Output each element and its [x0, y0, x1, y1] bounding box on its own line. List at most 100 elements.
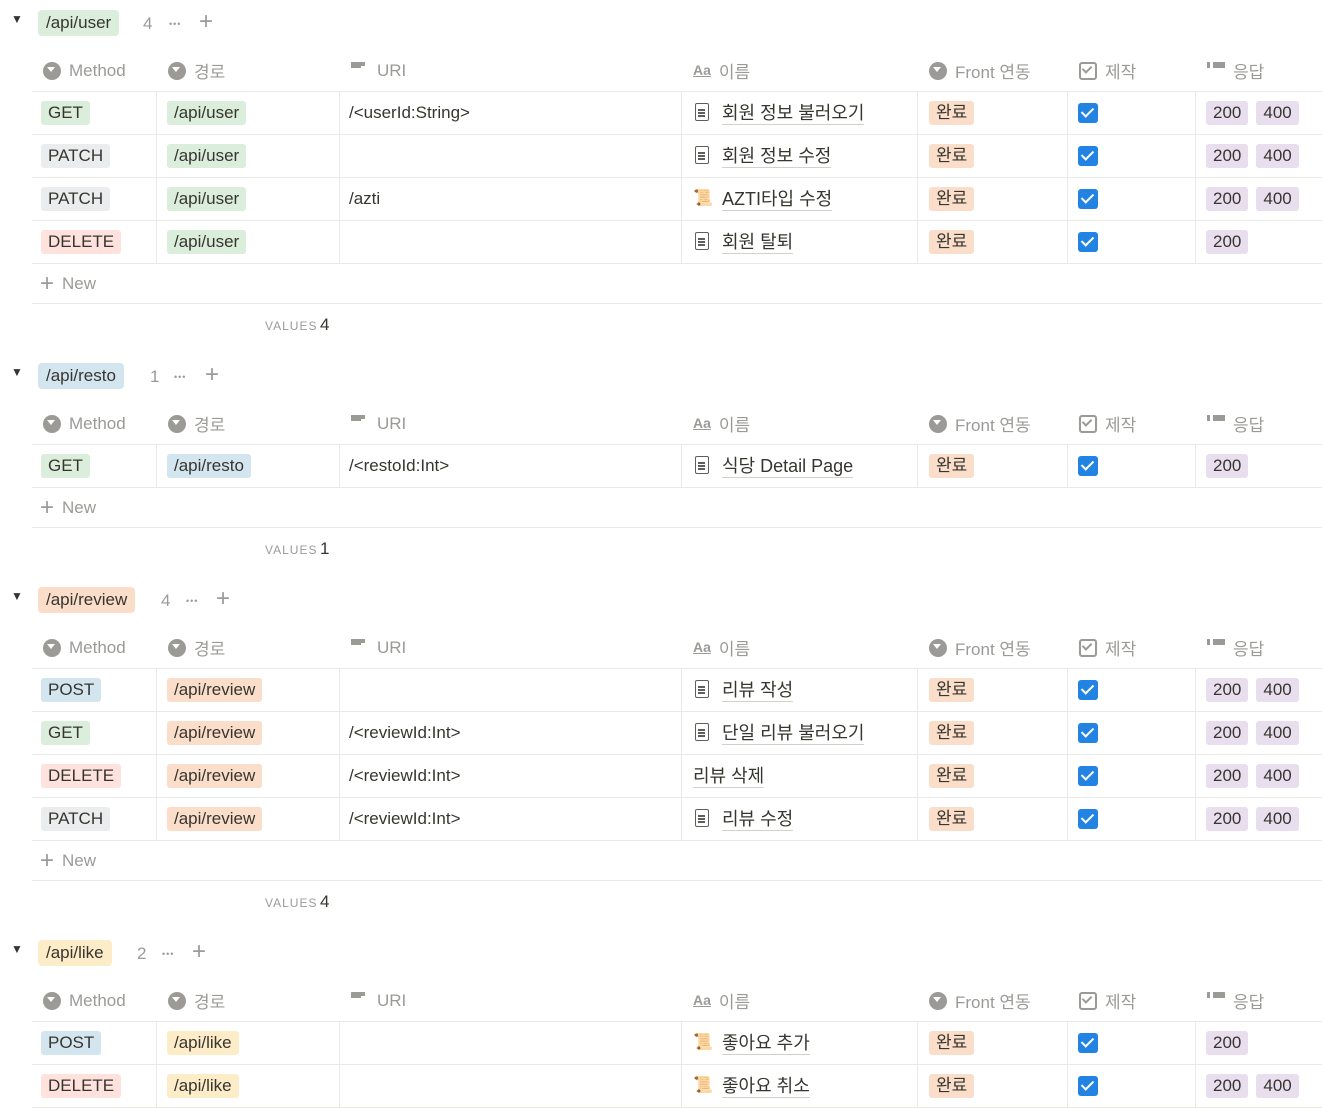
more-options-icon[interactable]: •••: [174, 364, 186, 390]
path-cell[interactable]: /api/review: [157, 712, 340, 754]
column-method[interactable]: Method: [32, 980, 157, 1021]
front-cell[interactable]: 완료: [918, 669, 1068, 711]
new-row-button[interactable]: + New: [32, 841, 1322, 881]
column-front[interactable]: Front 연동: [918, 627, 1068, 668]
response-cell[interactable]: 200 400: [1196, 92, 1322, 134]
front-cell[interactable]: 완료: [918, 221, 1068, 263]
method-cell[interactable]: DELETE: [32, 1065, 157, 1107]
table-row[interactable]: DELETE/api/like 📜 좋아요 취소 완료 200 400: [32, 1065, 1322, 1108]
path-cell[interactable]: /api/like: [157, 1022, 340, 1064]
toggle-triangle-icon[interactable]: ▼: [10, 589, 24, 603]
name-cell[interactable]: 리뷰 수정: [682, 798, 918, 840]
column-front[interactable]: Front 연동: [918, 50, 1068, 91]
path-cell[interactable]: /api/review: [157, 669, 340, 711]
add-to-group-icon[interactable]: +: [216, 585, 230, 613]
uri-cell[interactable]: /<reviewId:Int>: [340, 798, 682, 840]
path-cell[interactable]: /api/user: [157, 221, 340, 263]
column-make[interactable]: 제작: [1068, 980, 1196, 1021]
table-row[interactable]: GET/api/resto /<restoId:Int> 식당 Detail Pag…: [32, 445, 1322, 488]
front-cell[interactable]: 완료: [918, 178, 1068, 220]
method-cell[interactable]: DELETE: [32, 221, 157, 263]
uri-cell[interactable]: /<userId:String>: [340, 92, 682, 134]
method-cell[interactable]: POST: [32, 1022, 157, 1064]
column-response[interactable]: 응답: [1196, 627, 1322, 668]
path-cell[interactable]: /api/resto: [157, 445, 340, 487]
path-cell[interactable]: /api/user: [157, 135, 340, 177]
column-uri[interactable]: URI: [340, 980, 682, 1021]
table-row[interactable]: POST/api/like 📜 좋아요 추가 완료 200: [32, 1022, 1322, 1065]
page-title-link[interactable]: 좋아요 추가: [722, 1032, 810, 1055]
response-cell[interactable]: 200: [1196, 221, 1322, 263]
front-cell[interactable]: 완료: [918, 1065, 1068, 1107]
column-front[interactable]: Front 연동: [918, 403, 1068, 444]
method-cell[interactable]: PATCH: [32, 178, 157, 220]
uri-cell[interactable]: [340, 1065, 682, 1107]
response-cell[interactable]: 200 400: [1196, 798, 1322, 840]
table-row[interactable]: GET/api/user /<userId:String> 회원 정보 불러오기 완료…: [32, 92, 1322, 135]
column-method[interactable]: Method: [32, 627, 157, 668]
response-cell[interactable]: 200: [1196, 1022, 1322, 1064]
page-title-link[interactable]: 리뷰 삭제: [693, 765, 765, 788]
calculation-row[interactable]: VALUES 4: [32, 881, 1322, 925]
page-title-link[interactable]: 회원 탈퇴: [722, 231, 794, 254]
method-cell[interactable]: GET: [32, 92, 157, 134]
new-row-button[interactable]: + New: [32, 264, 1322, 304]
page-title-link[interactable]: 식당 Detail Page: [722, 455, 854, 478]
uri-cell[interactable]: [340, 221, 682, 263]
front-cell[interactable]: 완료: [918, 798, 1068, 840]
column-name[interactable]: Aa 이름: [682, 627, 918, 668]
more-options-icon[interactable]: •••: [162, 941, 174, 967]
column-front[interactable]: Front 연동: [918, 980, 1068, 1021]
response-cell[interactable]: 200 400: [1196, 178, 1322, 220]
response-cell[interactable]: 200 400: [1196, 712, 1322, 754]
column-uri[interactable]: URI: [340, 627, 682, 668]
name-cell[interactable]: 📜 좋아요 추가: [682, 1022, 918, 1064]
toggle-triangle-icon[interactable]: ▼: [10, 365, 24, 379]
page-title-link[interactable]: AZTI타입 수정: [722, 188, 833, 211]
table-row[interactable]: PATCH/api/user/azti 📜 AZTI타입 수정 완료 200 400: [32, 178, 1322, 221]
column-name[interactable]: Aa 이름: [682, 980, 918, 1021]
page-title-link[interactable]: 단일 리뷰 불러오기: [722, 722, 865, 745]
table-row[interactable]: PATCH/api/user 회원 정보 수정 완료 200 400: [32, 135, 1322, 178]
toggle-triangle-icon[interactable]: ▼: [10, 12, 24, 26]
name-cell[interactable]: 📜 AZTI타입 수정: [682, 178, 918, 220]
name-cell[interactable]: 식당 Detail Page: [682, 445, 918, 487]
more-options-icon[interactable]: •••: [186, 588, 198, 614]
page-title-link[interactable]: 좋아요 취소: [722, 1075, 810, 1098]
uri-cell[interactable]: [340, 1022, 682, 1064]
make-checkbox[interactable]: [1078, 1033, 1098, 1053]
path-cell[interactable]: /api/review: [157, 798, 340, 840]
column-path[interactable]: 경로: [157, 403, 340, 444]
method-cell[interactable]: PATCH: [32, 798, 157, 840]
name-cell[interactable]: 회원 정보 수정: [682, 135, 918, 177]
front-cell[interactable]: 완료: [918, 712, 1068, 754]
method-cell[interactable]: GET: [32, 712, 157, 754]
calculation-row[interactable]: VALUES 4: [32, 304, 1322, 348]
make-checkbox[interactable]: [1078, 456, 1098, 476]
column-uri[interactable]: URI: [340, 50, 682, 91]
table-row[interactable]: PATCH/api/review /<reviewId:Int> 리뷰 수정 완료 20…: [32, 798, 1322, 841]
page-title-link[interactable]: 리뷰 수정: [722, 808, 794, 831]
method-cell[interactable]: GET: [32, 445, 157, 487]
response-cell[interactable]: 200 400: [1196, 669, 1322, 711]
calculation-row[interactable]: VALUES 1: [32, 528, 1322, 572]
front-cell[interactable]: 완료: [918, 92, 1068, 134]
front-cell[interactable]: 완료: [918, 445, 1068, 487]
name-cell[interactable]: 📜 좋아요 취소: [682, 1065, 918, 1107]
response-cell[interactable]: 200 400: [1196, 755, 1322, 797]
name-cell[interactable]: 회원 탈퇴: [682, 221, 918, 263]
response-cell[interactable]: 200 400: [1196, 135, 1322, 177]
table-row[interactable]: DELETE/api/review /<reviewId:Int> 리뷰 삭제 완료 2…: [32, 755, 1322, 798]
uri-cell[interactable]: [340, 669, 682, 711]
column-method[interactable]: Method: [32, 50, 157, 91]
uri-cell[interactable]: /<restoId:Int>: [340, 445, 682, 487]
make-checkbox[interactable]: [1078, 809, 1098, 829]
path-cell[interactable]: /api/user: [157, 92, 340, 134]
method-cell[interactable]: DELETE: [32, 755, 157, 797]
new-row-button[interactable]: + New: [32, 488, 1322, 528]
response-cell[interactable]: 200: [1196, 445, 1322, 487]
front-cell[interactable]: 완료: [918, 755, 1068, 797]
uri-cell[interactable]: /azti: [340, 178, 682, 220]
column-method[interactable]: Method: [32, 403, 157, 444]
page-title-link[interactable]: 리뷰 작성: [722, 679, 794, 702]
